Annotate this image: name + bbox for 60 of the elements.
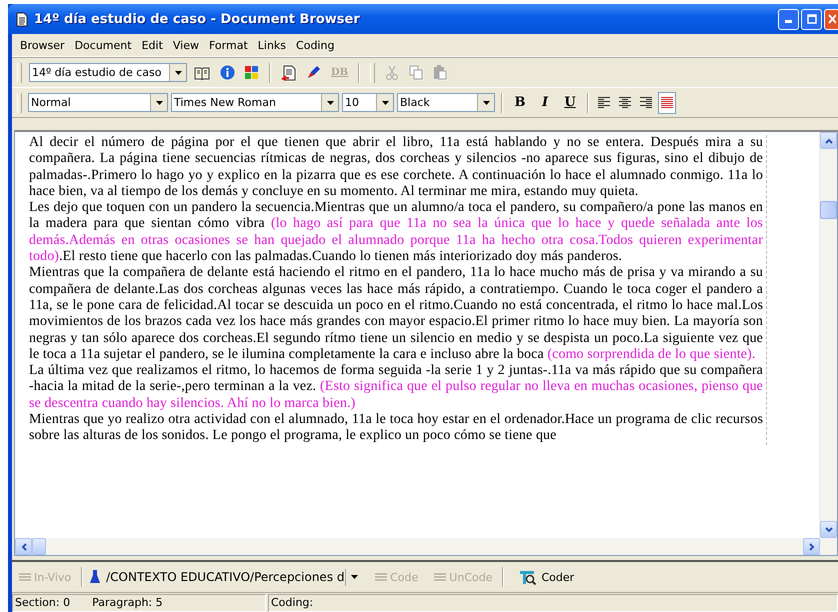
coder-icon xyxy=(520,570,538,584)
dropdown-arrow-icon xyxy=(482,100,490,104)
color-dropdown[interactable]: Black xyxy=(397,93,495,112)
maximize-icon xyxy=(806,14,816,24)
close-button[interactable] xyxy=(824,8,838,30)
color-grid-icon xyxy=(245,66,259,80)
close-icon xyxy=(828,14,836,24)
paragraph: Mientras que yo realizo otra actividad con el alumnado, 11a le toca hoy estar en el ordenador.Hace un programa de clic recursos sobre las alturas de los sonidos. Le pongo el programa, le explico un poco cómo se tiene que xyxy=(29,412,763,445)
menu-item[interactable]: View xyxy=(168,36,204,54)
paragraph: Mientras que la compañera de delante está haciendo el ritmo en el pandero, 11a lo hace mucho más de prisa y va mirando a su compañera de delante.Las dos corcheas algunas veces las hace más rápido, a contratiempo. Cuando le toca coger el pandero a 11a, se le pone cara de felicidad.Al tocar se descuida un poco en el ritmo.Cuando no está concentrada, el ritmo lo hace mal.Los movimientos de los brazos cada vez los hace más grandes con mayor espacio.El primer ritmo lo hace muy bien. La mayoría son negras y tan sólo aparece dos corcheas.El segundo rítmo tiene un silencio en medio y se despista un poco.La siguiente vez que le toca a 11a sujetar el pandero, se le ilumina completamente la cara e incluso abre la boca (como sorprendida de lo que siente). xyxy=(29,265,763,364)
info-icon xyxy=(220,65,235,80)
menu-item[interactable]: Format xyxy=(204,36,253,54)
clipboard-icon xyxy=(433,65,448,80)
font-dropdown[interactable]: Times New Roman xyxy=(171,93,339,112)
paragraph: Les dejo que toquen con un pandero la secuencia.Mientras que un alumno/a toca el pandero, su compañero/a pone las manos en la madera para que sientan cómo vibra (lo hago así para que 11a no sea la única que lo hace y quede señalada ante los demás.Además en otras ocasiones se han quejado el alumnado porque 11a ha hecho otra cosa.Todos quieren experimentar todo).El resto tiene que hacerlo con las palmadas.Cuando lo tienen más interiorizado doy más panderos. xyxy=(29,200,763,266)
menu-item[interactable]: Document xyxy=(70,36,137,54)
text-color-button[interactable] xyxy=(658,92,676,114)
dropdown-arrow-icon xyxy=(350,575,358,579)
minimize-button[interactable] xyxy=(778,8,799,30)
book-icon xyxy=(194,66,210,80)
section-status: Section: 0 xyxy=(15,596,70,609)
menu-item[interactable]: Browser xyxy=(15,36,70,54)
vertical-scrollbar[interactable] xyxy=(819,132,837,538)
paragraph: Al decir el número de página por el que tienen que abrir el libro, 11a está hablando y no se entera. Después mira a su compañera. La página tiene secuencias rítmicas de negras, dos corcheas y silencios -no aparece sus figuras, sino el dibujo de palmadas-.Primero lo hago yo y explico en la pizarra que es ese corchete. A continuación lo hace el alumnado conmigo. 11a lo hace bien, va al tiempo de los demás y concluye en su momento. Al terminar me mira, estando muy quieta. xyxy=(29,135,763,200)
underline-button[interactable]: U xyxy=(559,92,581,114)
dropdown-arrow-icon xyxy=(326,100,334,104)
paragraph-status: Paragraph: 5 xyxy=(92,596,163,609)
style-dropdown[interactable]: Normal xyxy=(28,93,168,112)
size-dropdown[interactable]: 10 xyxy=(342,93,394,112)
lines-icon xyxy=(19,572,31,582)
window-title: 14º día estudio de caso - Document Browser xyxy=(34,12,361,26)
flask-icon xyxy=(90,570,100,584)
lines-icon xyxy=(661,96,673,109)
lines-icon xyxy=(375,572,388,582)
dropdown-arrow-icon xyxy=(382,100,388,104)
code-path-dropdown[interactable]: /CONTEXTO EDUCATIVO/Percepciones d xyxy=(104,568,362,586)
pen-icon xyxy=(306,65,321,80)
align-left-icon xyxy=(598,96,610,109)
scrollbar-thumb[interactable] xyxy=(32,538,46,555)
italic-button[interactable]: I xyxy=(534,92,556,114)
align-center-icon xyxy=(619,96,631,109)
coding-status: Coding: xyxy=(271,596,314,609)
copy-icon xyxy=(409,65,424,80)
coder-button[interactable]: Coder xyxy=(517,566,578,588)
document-arrow-icon xyxy=(281,64,296,80)
horizontal-scrollbar[interactable] xyxy=(15,538,837,555)
menu-item[interactable]: Links xyxy=(252,36,292,54)
lines-icon xyxy=(434,572,446,582)
document-dropdown[interactable]: 14º día estudio de caso xyxy=(29,63,187,82)
dropdown-arrow-icon xyxy=(156,100,162,104)
menu-item[interactable]: Coding xyxy=(291,36,340,54)
paragraph: La última vez que realizamos el ritmo, lo hacemos de forma seguida -la serie 1 y 2 juntas-.11a va más rápido que su compañera -hacia la mitad de la serie-,pero terminan a la vez. (Esto significa que el pulso regular no lleva en muchas ocasiones, pienso que se descentra cuando hay silencios. Ahí no lo marca bien.) xyxy=(29,363,763,412)
document-icon xyxy=(16,12,28,26)
maximize-button[interactable] xyxy=(801,8,822,30)
bold-button[interactable]: B xyxy=(509,92,531,114)
scissors-icon xyxy=(385,65,400,80)
scrollbar-thumb[interactable] xyxy=(820,201,837,219)
align-right-icon xyxy=(640,96,652,109)
dropdown-arrow-icon xyxy=(174,70,182,74)
menu-item[interactable]: Edit xyxy=(136,36,168,54)
